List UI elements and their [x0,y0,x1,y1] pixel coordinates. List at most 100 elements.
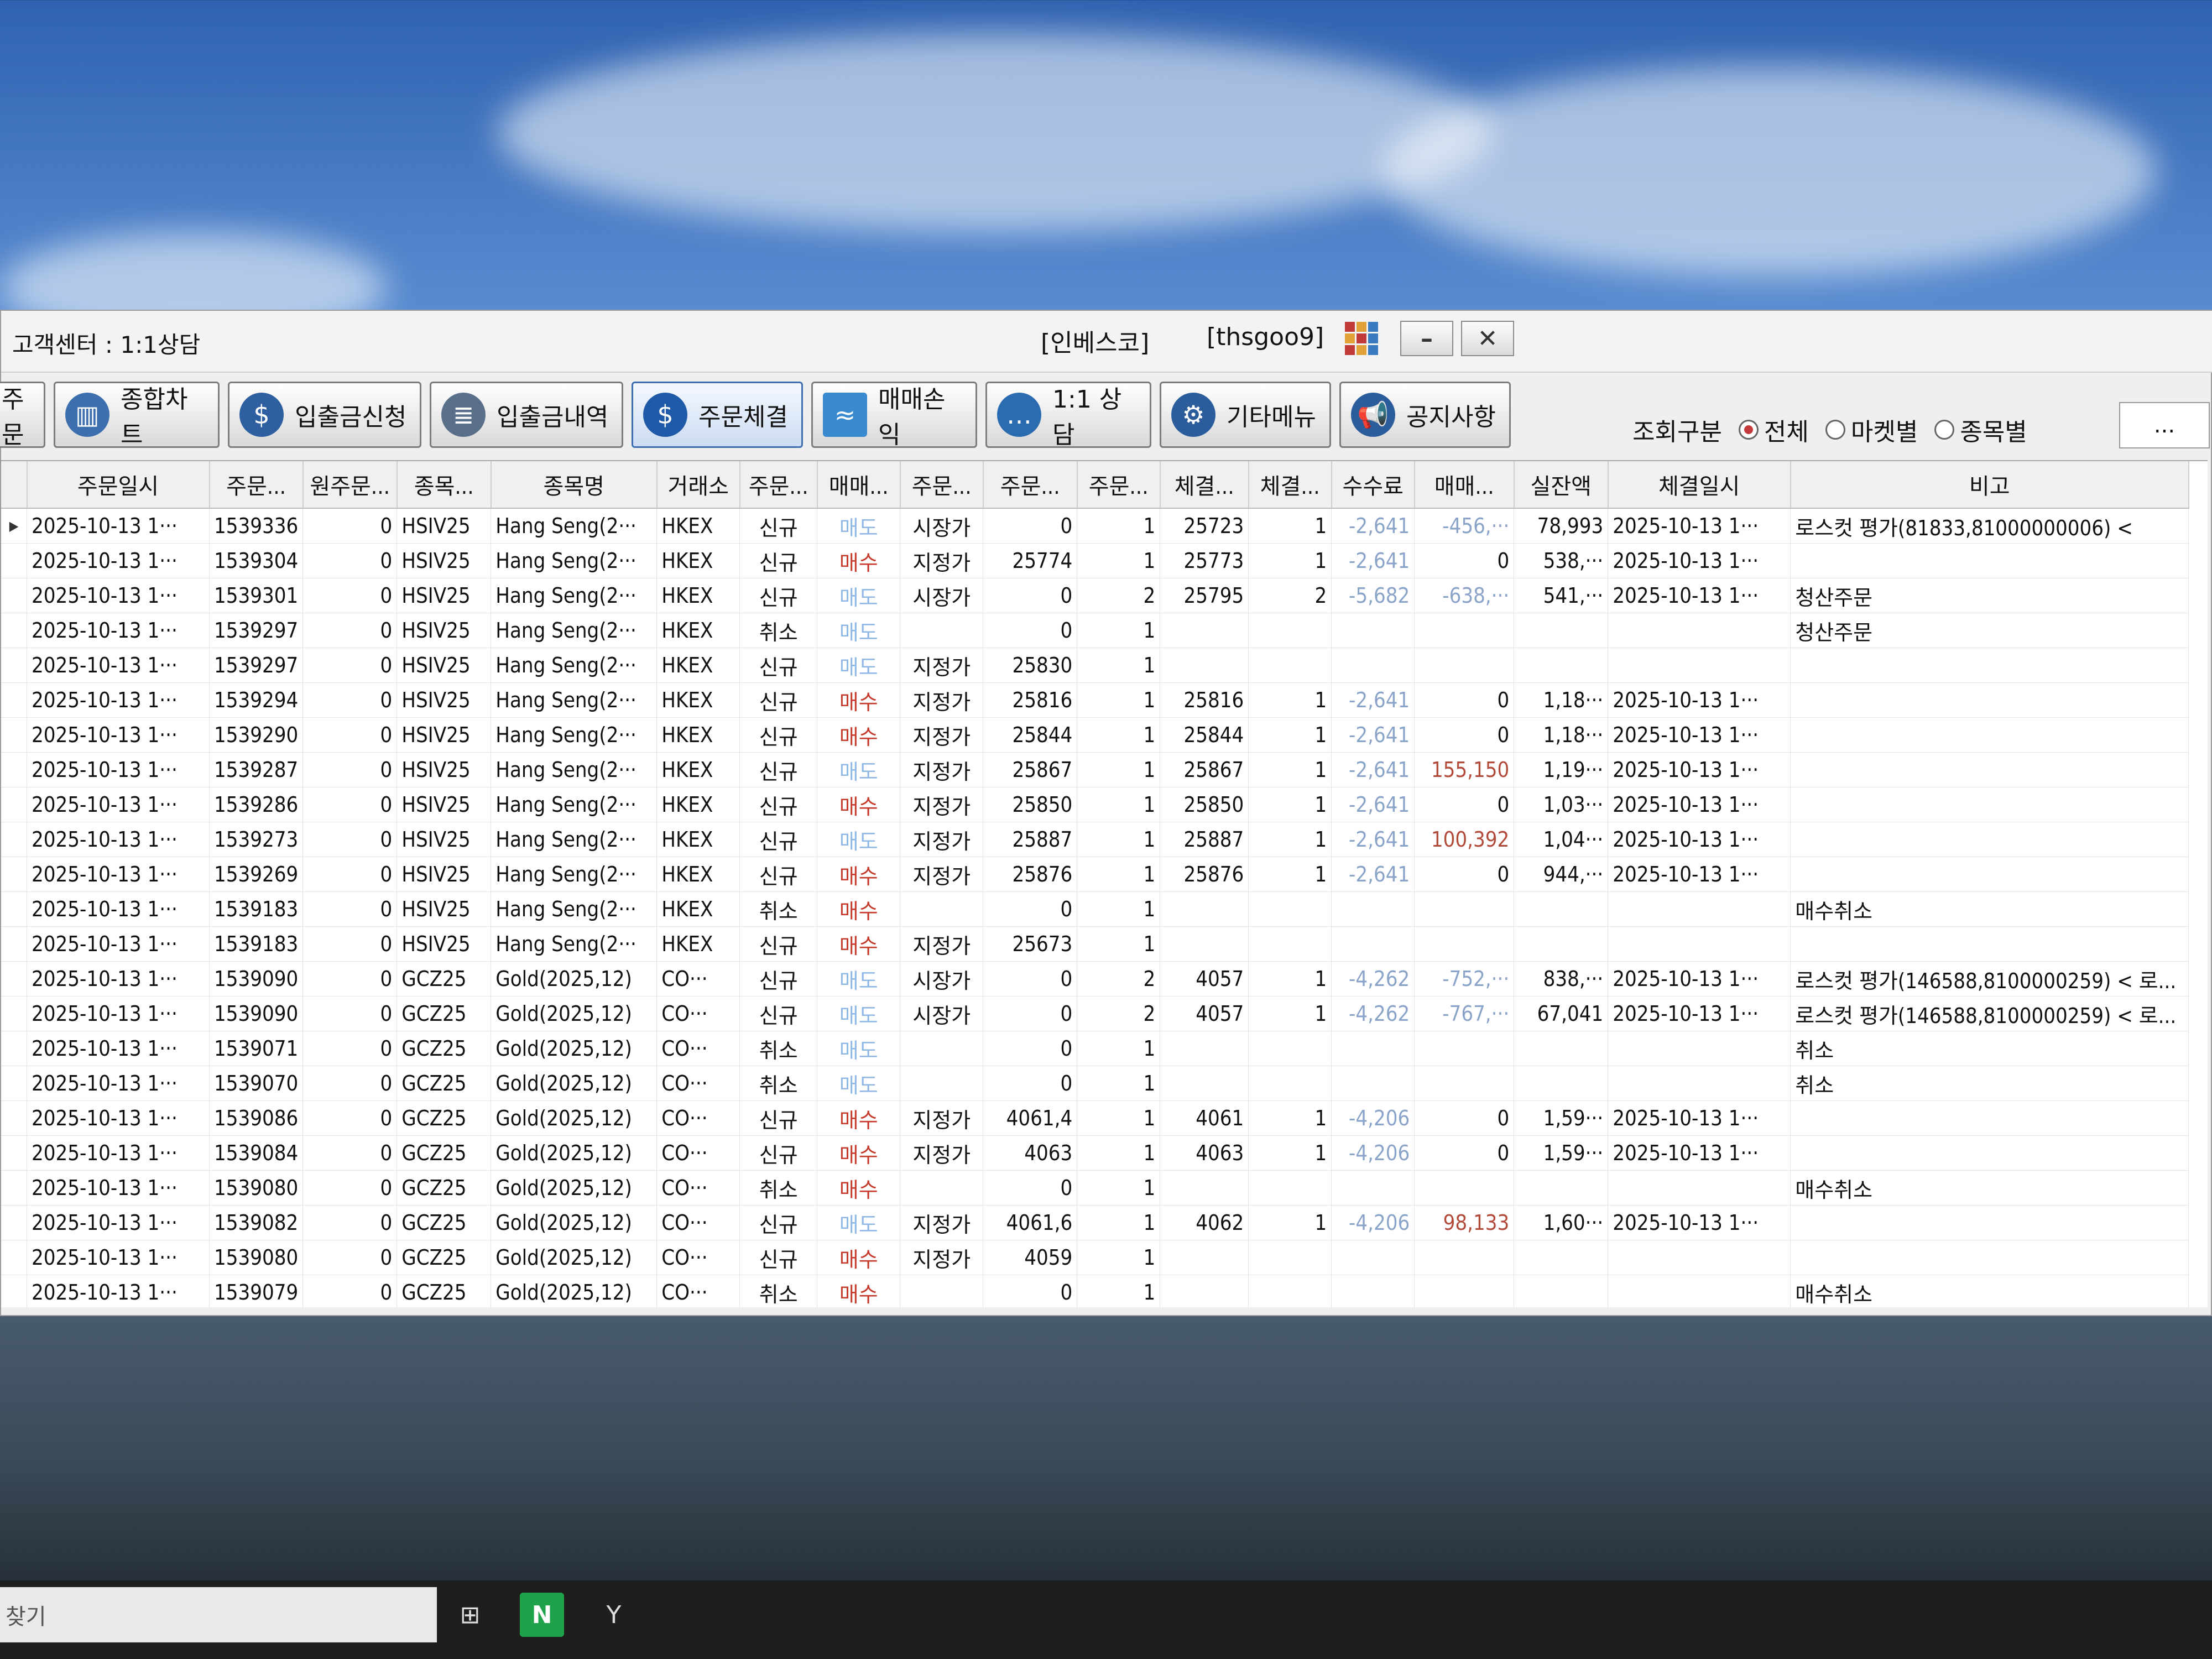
column-header[interactable]: 거래소 [656,461,740,509]
table-row[interactable]: 2025-10-13 1··· 1539290 0 HSIV25 Hang Seng(2… [1,717,2189,753]
table-cell: 0 [983,1066,1078,1101]
table-row[interactable]: 2025-10-13 1··· 1539084 0 GCZ25 Gold(2025,12… [1,1135,2189,1171]
column-header[interactable]: 종목... [397,461,492,509]
table-row[interactable]: 2025-10-13 1··· 1539297 0 HSIV25 Hang Seng(2… [1,613,2189,648]
column-header[interactable]: 매매... [817,461,901,509]
table-row[interactable]: 2025-10-13 1··· 1539304 0 HSIV25 Hang Seng(2… [1,543,2189,578]
column-header[interactable]: 종목명 [491,461,658,509]
table-cell: 매수 [817,1240,901,1275]
table-row[interactable]: 2025-10-13 1··· 1539301 0 HSIV25 Hang Seng(2… [1,578,2189,613]
table-row[interactable]: 2025-10-13 1··· 1539294 0 HSIV25 Hang Seng(2… [1,682,2189,718]
table-row[interactable]: 2025-10-13 1··· 1539079 0 GCZ25 Gold(2025,12… [1,1275,2189,1307]
taskbar-search[interactable]: 찾기 [0,1587,437,1642]
table-cell [1414,1031,1515,1066]
table-row[interactable]: 2025-10-13 1··· 1539090 0 GCZ25 Gold(2025,12… [1,996,2189,1031]
table-cell: 청산주문 [1790,613,2189,648]
table-cell: 25887 [1160,822,1249,857]
column-header[interactable]: 주문... [209,461,304,509]
table-cell: HSIV25 [397,682,492,718]
column-header[interactable]: 실잔액 [1514,461,1609,509]
table-cell: Gold(2025,12) [491,1240,658,1275]
column-header[interactable]: 비고 [1790,461,2189,509]
table-cell: 541,··· [1514,578,1609,613]
consult-button[interactable]: … 1:1 상담 [985,382,1151,449]
table-cell [1331,1170,1415,1206]
table-row[interactable]: 2025-10-13 1··· 1539082 0 GCZ25 Gold(2025,12… [1,1205,2189,1240]
table-cell: 1539287 [209,752,304,787]
table-row[interactable]: 2025-10-13 1··· 1539071 0 GCZ25 Gold(2025,12… [1,1031,2189,1066]
table-cell: GCZ25 [397,1100,492,1136]
task-view-icon[interactable]: ⊞ [448,1593,492,1637]
table-row[interactable]: 2025-10-13 1··· 1539273 0 HSIV25 Hang Seng(2… [1,822,2189,857]
order-execution-grid[interactable]: 주문일시 주문... 원주문... 종목... 종목명 거래소 주문... 매매... 주문..… [1,460,2208,1307]
naver-icon[interactable]: N [520,1593,564,1637]
column-header[interactable]: 수수료 [1331,461,1415,509]
table-row[interactable]: 2025-10-13 1··· 1539080 0 GCZ25 Gold(2025,12… [1,1240,2189,1275]
column-header[interactable]: 주문... [900,461,984,509]
radio-market[interactable]: 마켓별 [1825,412,1918,447]
table-row[interactable]: 2025-10-13 1··· 1539183 0 HSIV25 Hang Seng(2… [1,891,2189,927]
deposit-history-button[interactable]: ≣ 입출금내역 [430,382,623,448]
radio-all[interactable]: 전체 [1738,412,1809,447]
table-cell: GCZ25 [397,1031,492,1066]
table-cell: Hang Seng(2··· [491,926,658,962]
more-button[interactable]: ... [2119,402,2210,448]
etc-menu-button[interactable]: ⚙ 기타메뉴 [1160,382,1331,448]
table-row[interactable]: 2025-10-13 1··· 1539183 0 HSIV25 Hang Seng(2… [1,926,2189,962]
column-header[interactable]: 원주문... [302,461,398,509]
table-cell: HKEX [656,857,740,892]
table-row[interactable]: ▶ 2025-10-13 1··· 1539336 0 HSIV25 Hang Seng(… [1,508,2189,544]
column-header[interactable]: 주문... [1077,461,1161,509]
app-icon[interactable]: Y [592,1593,636,1637]
table-cell: 25876 [1160,857,1249,892]
table-cell: 0 [302,1275,398,1307]
table-cell: 1539286 [209,787,304,822]
table-row[interactable]: 2025-10-13 1··· 1539286 0 HSIV25 Hang Seng(2… [1,787,2189,822]
table-cell: 1539080 [209,1170,304,1206]
column-header[interactable]: 주문... [739,461,818,509]
close-button[interactable]: ✕ [1461,321,1514,356]
table-cell: 매수취소 [1790,1170,2189,1206]
toolbar-label: 매매손익 [878,385,946,449]
table-cell: 0 [983,613,1078,648]
column-header[interactable]: 체결... [1160,461,1249,509]
column-header[interactable]: 매매... [1414,461,1515,509]
table-cell [1414,648,1515,683]
column-header[interactable]: 체결... [1248,461,1332,509]
table-cell: 2025-10-13 1··· [27,752,210,787]
order-partial-button[interactable]: 주문 [0,382,45,449]
table-row[interactable]: 2025-10-13 1··· 1539080 0 GCZ25 Gold(2025,12… [1,1170,2189,1206]
row-marker [1,1205,27,1240]
menu-grid-icon[interactable] [1345,322,1378,355]
table-cell: HSIV25 [397,822,492,857]
table-cell: 1 [1077,1205,1161,1240]
table-cell [1331,1240,1415,1275]
table-row[interactable]: 2025-10-13 1··· 1539269 0 HSIV25 Hang Seng(2… [1,857,2189,892]
table-cell: 신규 [739,1135,818,1171]
table-row[interactable]: 2025-10-13 1··· 1539070 0 GCZ25 Gold(2025,12… [1,1066,2189,1101]
notice-button[interactable]: 📢 공지사항 [1339,382,1511,448]
table-row[interactable]: 2025-10-13 1··· 1539086 0 GCZ25 Gold(2025,12… [1,1100,2189,1136]
order-execution-button[interactable]: $ 주문체결 [632,382,803,448]
table-cell: 0 [302,1066,398,1101]
table-cell: GCZ25 [397,1135,492,1171]
table-cell: Hang Seng(2··· [491,857,658,892]
column-header[interactable]: 체결일시 [1608,461,1791,509]
table-cell: Gold(2025,12) [491,1100,658,1136]
table-row[interactable]: 2025-10-13 1··· 1539297 0 HSIV25 Hang Seng(2… [1,648,2189,683]
table-cell: 0 [1414,543,1515,578]
trading-pnl-button[interactable]: ≈ 매매손익 [811,382,977,449]
minimize-button[interactable]: – [1400,321,1453,356]
chart-button[interactable]: ▥ 종합차트 [54,382,220,449]
title-bar[interactable]: 고객센터 : 1:1상담 [인베스코] [thsgoo9] – ✕ [1,311,2212,373]
table-row[interactable]: 2025-10-13 1··· 1539287 0 HSIV25 Hang Seng(2… [1,752,2189,787]
column-header[interactable]: 주문일시 [27,461,210,509]
column-header[interactable]: 주문... [983,461,1078,509]
table-row[interactable]: 2025-10-13 1··· 1539090 0 GCZ25 Gold(2025,12… [1,961,2189,997]
toolbar-label: 입출금신청 [295,403,407,431]
table-cell: 0 [302,543,398,578]
radio-symbol[interactable]: 종목별 [1934,412,2027,447]
deposit-request-button[interactable]: $ 입출금신청 [228,382,421,448]
table-cell: -4,206 [1331,1205,1415,1240]
table-cell: 0 [983,1275,1078,1307]
